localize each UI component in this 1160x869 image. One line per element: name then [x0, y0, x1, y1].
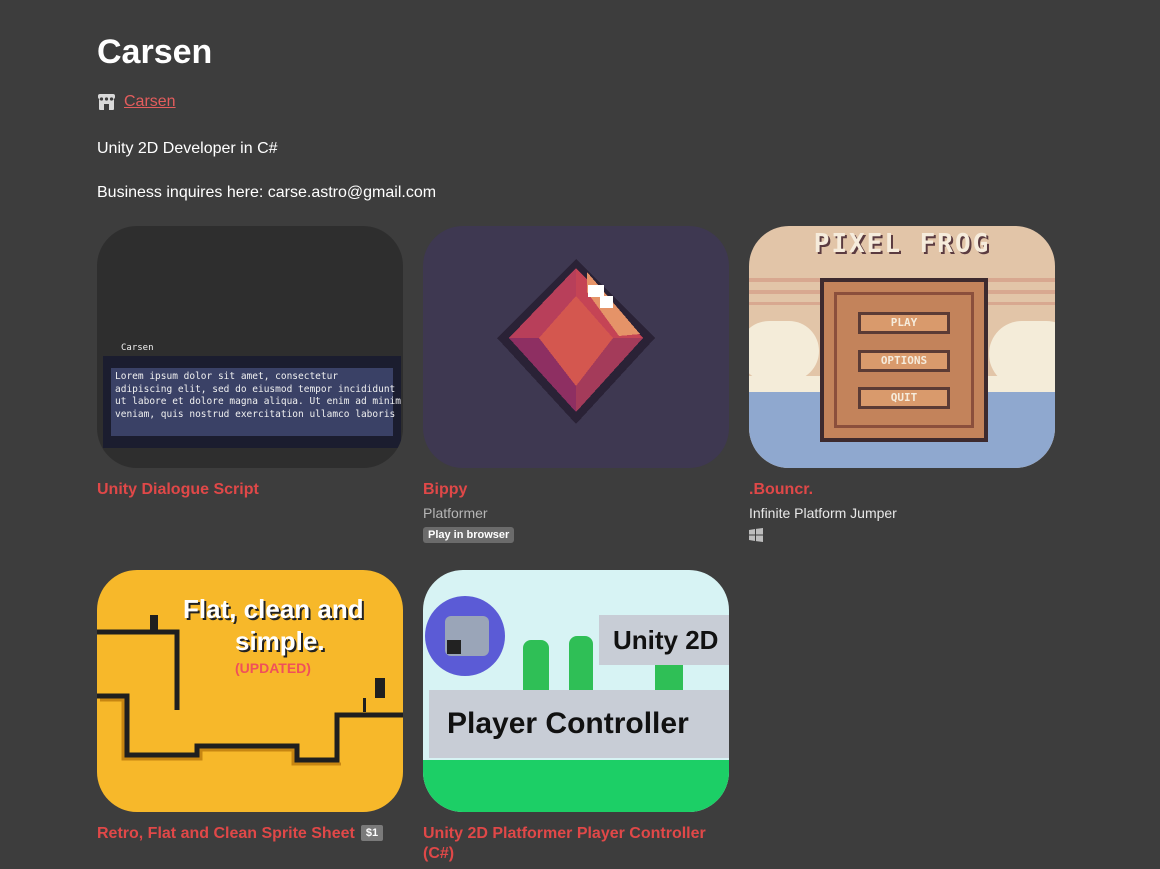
gem-sprite — [497, 259, 655, 424]
game-card: Unity 2D Player Controller Unity 2D Plat… — [423, 570, 731, 864]
game-logo: PIXEL FROG — [813, 229, 991, 259]
thumb-updated-label: (UPDATED) — [235, 660, 311, 676]
crate-button-options: OPTIONS — [858, 350, 950, 372]
game-thumbnail[interactable] — [423, 226, 729, 468]
user-line: Carsen — [97, 93, 176, 111]
game-card: PIXEL FROG PLAY OPTIONS QUIT .Bouncr. In… — [749, 226, 1057, 542]
dialogue-line: veniam, quis nostrud exercitation ullamc… — [115, 408, 396, 420]
game-title[interactable]: Retro, Flat and Clean Sprite Sheet — [97, 825, 355, 842]
game-thumbnail[interactable]: Flat, clean and simple. (UPDATED) — [97, 570, 403, 812]
dialogue-line: ut labore et dolore magna aliqua. Ut eni… — [115, 396, 401, 407]
crate-button-quit: QUIT — [858, 387, 950, 409]
store-icon — [98, 94, 115, 110]
game-title[interactable]: Bippy — [423, 480, 731, 500]
game-card: Flat, clean and simple. (UPDATED) Retro,… — [97, 570, 405, 844]
game-thumbnail[interactable]: Unity 2D Player Controller — [423, 570, 729, 812]
game-thumbnail[interactable]: Lorem ipsum dolor sit amet, consectetur … — [97, 226, 403, 468]
game-thumbnail[interactable]: PIXEL FROG PLAY OPTIONS QUIT — [749, 226, 1055, 468]
thumb-heading-line1: Flat, clean and — [183, 594, 364, 624]
controller-logo — [425, 596, 505, 676]
user-profile-link[interactable]: Carsen — [124, 93, 176, 111]
dialogue-speaker: Carsen — [121, 343, 154, 353]
dialogue-line: adipiscing elit, sed do eiusmod tempor i… — [115, 383, 396, 395]
dialogue-box: Lorem ipsum dolor sit amet, consectetur … — [103, 356, 401, 448]
bio-line-1: Unity 2D Developer in C# — [97, 140, 278, 157]
game-subtitle: Platformer — [423, 505, 488, 521]
thumb-heading-main: Player Controller — [429, 690, 729, 758]
windows-icon — [749, 528, 763, 542]
dialogue-line: Lorem ipsum dolor sit amet, consectetur — [115, 371, 339, 382]
game-title[interactable]: Unity Dialogue Script — [97, 480, 405, 500]
game-subtitle: Infinite Platform Jumper — [749, 505, 897, 521]
game-title[interactable]: Unity 2D Platformer Player Controller (C… — [423, 824, 731, 864]
thumb-heading-top: Unity 2D — [599, 615, 729, 665]
play-in-browser-badge: Play in browser — [423, 527, 515, 543]
crate-button-play: PLAY — [858, 312, 950, 334]
price-badge: $1 — [360, 825, 384, 841]
bio-line-2: Business inquires here: carse.astro@gmai… — [97, 184, 437, 201]
game-card: Bippy Platformer Play in browser — [423, 226, 731, 543]
game-title[interactable]: .Bouncr. — [749, 480, 1057, 500]
page-title: Carsen — [97, 33, 213, 71]
thumb-heading-line2: simple. — [235, 626, 325, 656]
game-card: Lorem ipsum dolor sit amet, consectetur … — [97, 226, 405, 500]
